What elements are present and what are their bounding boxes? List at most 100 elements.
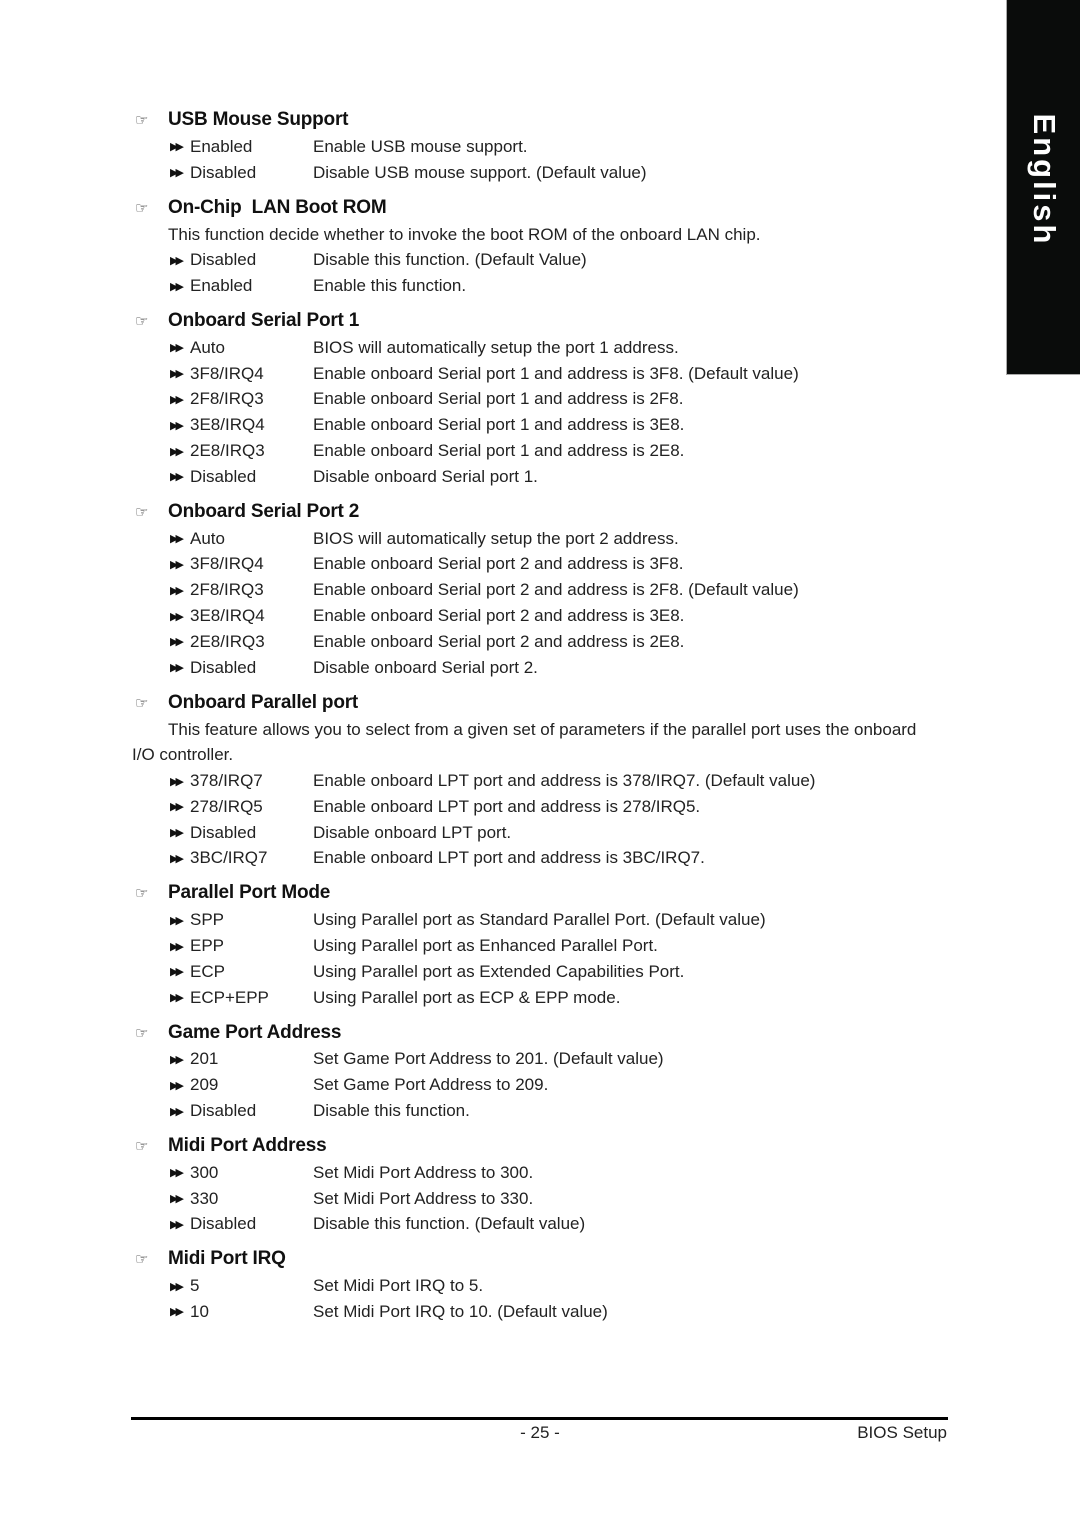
pointing-hand-icon: ☞: [135, 312, 149, 330]
option-description: Disable onboard Serial port 1.: [313, 466, 538, 486]
option-name: SPP: [190, 910, 225, 930]
footer-title: BIOS Setup: [857, 1423, 947, 1442]
pointing-hand-icon: ☞: [135, 112, 149, 129]
option-row: ▶▶ 330 Set Midi Port Address to 330.: [133, 1186, 953, 1212]
option-row: ▶▶ Disabled Disable this function.: [133, 1098, 953, 1124]
option-description: Using Parallel port as Standard Parallel…: [313, 910, 766, 930]
option-description: Disable this function. (Default Value): [313, 250, 587, 270]
option-name: 3F8/IRQ4: [190, 363, 264, 383]
setting-section: ☞ Onboard Serial Port 2 ▶▶ Auto BIOS will au…: [133, 498, 953, 681]
option-row: ▶▶ 378/IRQ7 Enable onboard LPT port and ad…: [133, 768, 953, 794]
setting-title: Game Port Address: [168, 1021, 342, 1043]
double-arrow-icon: ▶▶: [170, 445, 184, 458]
double-arrow-icon: ▶▶: [170, 610, 184, 623]
option-description: Disable onboard Serial port 2.: [313, 657, 538, 677]
setting-description-continued: I/O controller.: [132, 745, 234, 765]
double-arrow-icon: ▶▶: [170, 393, 184, 406]
option-row: ▶▶ Enabled Enable this function.: [133, 273, 953, 299]
option-name: 209: [190, 1075, 219, 1095]
option-row: ▶▶ Disabled Disable onboard Serial port 2.: [133, 655, 953, 681]
double-arrow-icon: ▶▶: [170, 775, 184, 788]
setting-title: Midi Port IRQ: [168, 1248, 286, 1270]
setting-title: Onboard Serial Port 2: [168, 500, 360, 522]
option-name: Disabled: [190, 162, 257, 182]
option-name: Enabled: [190, 136, 253, 156]
double-arrow-icon: ▶▶: [170, 966, 184, 979]
setting-heading: ☞ Onboard Serial Port 1: [133, 307, 953, 335]
double-arrow-icon: ▶▶: [170, 992, 184, 1005]
option-row: ▶▶ 201 Set Game Port Address to 201. (Defa…: [133, 1047, 953, 1073]
option-row: ▶▶ EPP Using Parallel port as Enhanced Par…: [133, 933, 953, 959]
option-row: ▶▶ 3F8/IRQ4 Enable onboard Serial port 1 a…: [133, 361, 953, 387]
double-arrow-icon: ▶▶: [170, 280, 184, 293]
double-arrow-icon: ▶▶: [170, 419, 184, 432]
option-name: 300: [190, 1162, 219, 1182]
setting-section: ☞ On-Chip LAN Boot ROM This function decid…: [133, 194, 953, 299]
pointing-hand-icon: ☞: [135, 1137, 149, 1155]
option-description: Enable onboard Serial port 1 and address…: [313, 363, 799, 383]
pointing-hand-icon: ☞: [135, 885, 149, 903]
option-row: ▶▶ Auto BIOS will automatically setup the …: [133, 335, 953, 361]
option-name: Disabled: [190, 822, 257, 842]
option-row: ▶▶ Disabled Disable onboard Serial port 1.: [133, 464, 953, 490]
setting-title: Onboard Serial Port 1: [168, 309, 360, 331]
option-description: Enable USB mouse support.: [313, 136, 528, 156]
option-description: Set Midi Port Address to 330.: [313, 1188, 534, 1208]
double-arrow-icon: ▶▶: [170, 141, 184, 154]
option-row: ▶▶ 2F8/IRQ3 Enable onboard Serial port 2 a…: [133, 577, 953, 603]
option-name: Disabled: [190, 1214, 257, 1234]
option-description: Set Game Port Address to 201. (Default v…: [313, 1049, 664, 1069]
option-description: Enable onboard Serial port 2 and address…: [313, 580, 799, 600]
page-number: - 25 -: [520, 1423, 560, 1442]
option-name: ECP+EPP: [190, 987, 269, 1007]
double-arrow-icon: ▶▶: [170, 368, 184, 381]
setting-section: ☞ Midi Port IRQ ▶▶ 5 Set Midi Port IRQ to 5.…: [133, 1245, 953, 1325]
option-name: Enabled: [190, 276, 253, 296]
setting-heading: ☞ USB Mouse Support: [133, 106, 953, 134]
setting-section: ☞ USB Mouse Support ▶▶ Enabled Enable USB mo…: [133, 106, 953, 186]
double-arrow-icon: ▶▶: [170, 636, 184, 649]
option-name: 3E8/IRQ4: [190, 415, 265, 435]
option-name: 3F8/IRQ4: [190, 554, 264, 574]
pointing-hand-icon: ☞: [135, 503, 149, 521]
setting-description: This feature allows you to select from a…: [168, 719, 917, 739]
option-row: ▶▶ 209 Set Game Port Address to 209.: [133, 1072, 953, 1098]
double-arrow-icon: ▶▶: [170, 1053, 184, 1066]
double-arrow-icon: ▶▶: [170, 584, 184, 597]
option-description: Enable onboard Serial port 1 and address…: [313, 441, 685, 461]
option-description: Enable this function.: [313, 276, 467, 296]
option-row: ▶▶ 3E8/IRQ4 Enable onboard Serial port 2 a…: [133, 603, 953, 629]
setting-heading: ☞ Onboard Parallel port: [133, 689, 953, 717]
option-name: 3E8/IRQ4: [190, 606, 265, 626]
option-row: ▶▶ Disabled Disable this function. (Defaul…: [133, 247, 953, 273]
double-arrow-icon: ▶▶: [170, 254, 184, 267]
double-arrow-icon: ▶▶: [170, 914, 184, 927]
double-arrow-icon: ▶▶: [170, 1280, 184, 1293]
option-row: ▶▶ 2E8/IRQ3 Enable onboard Serial port 2 a…: [133, 629, 953, 655]
double-arrow-icon: ▶▶: [170, 801, 184, 814]
option-description: Enable onboard Serial port 1 and address…: [313, 415, 685, 435]
double-arrow-icon: ▶▶: [170, 471, 184, 484]
language-tab-label: English: [1027, 113, 1062, 247]
option-name: Auto: [190, 528, 225, 548]
setting-section: ☞ Midi Port Address ▶▶ 300 Set Midi Port Add…: [133, 1132, 953, 1237]
setting-heading: ☞ Midi Port Address: [133, 1132, 953, 1160]
option-row: ▶▶ ECP Using Parallel port as Extended Cap…: [133, 959, 953, 985]
option-description: Enable onboard Serial port 1 and address…: [313, 389, 684, 409]
option-description: Set Midi Port IRQ to 10. (Default value): [313, 1301, 608, 1321]
option-row: ▶▶ 2F8/IRQ3 Enable onboard Serial port 1 a…: [133, 387, 953, 413]
double-arrow-icon: ▶▶: [170, 662, 184, 675]
setting-description: This function decide whether to invoke t…: [168, 224, 761, 244]
setting-title: Onboard Parallel port: [168, 691, 359, 713]
setting-section: ☞ Onboard Parallel port This feature allow…: [132, 689, 953, 872]
option-name: Disabled: [190, 250, 257, 270]
page-content: ☞ USB Mouse Support ▶▶ Enabled Enable USB mo…: [132, 106, 953, 1325]
double-arrow-icon: ▶▶: [170, 1218, 184, 1231]
double-arrow-icon: ▶▶: [170, 940, 184, 953]
setting-section: ☞ Onboard Serial Port 1 ▶▶ Auto BIOS will au…: [133, 307, 953, 490]
option-row: ▶▶ ECP+EPP Using Parallel port as ECP & EP…: [133, 985, 953, 1011]
option-name: 3BC/IRQ7: [190, 848, 268, 868]
setting-title: Midi Port Address: [168, 1134, 327, 1156]
double-arrow-icon: ▶▶: [170, 1167, 184, 1180]
option-description: Disable USB mouse support. (Default valu…: [313, 162, 647, 182]
